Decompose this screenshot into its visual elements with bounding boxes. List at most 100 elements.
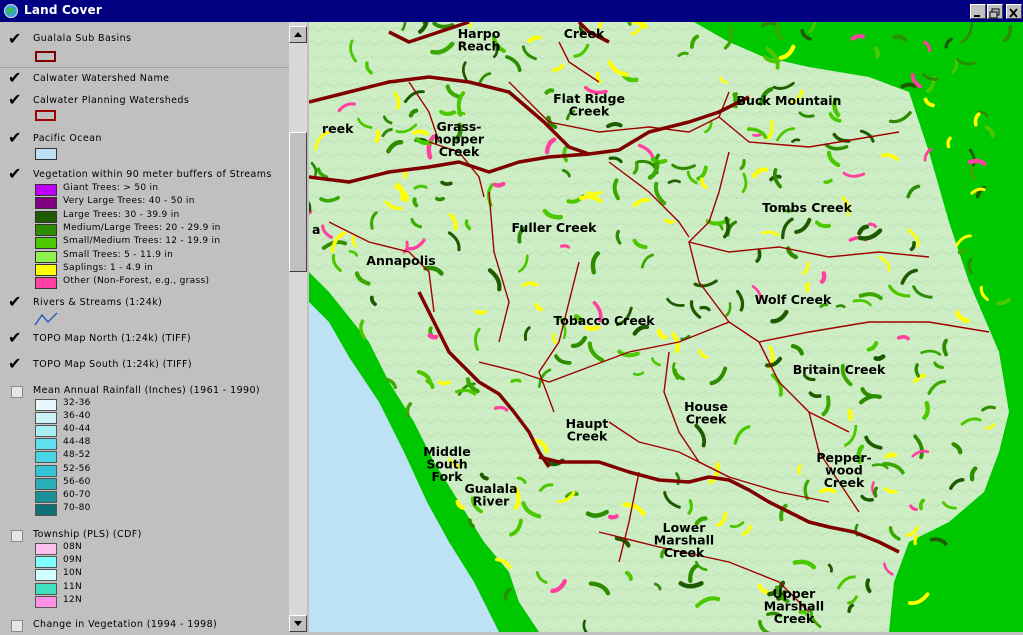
stream-buffer-segment (427, 333, 439, 340)
stream-buffer-segment (923, 40, 932, 52)
layer-name: Vegetation within 90 meter buffers of St… (33, 169, 272, 180)
toc-scrollbar[interactable] (289, 22, 307, 632)
layer-visibility-checkbox[interactable] (8, 90, 22, 109)
legend-class-label: 44-48 (63, 437, 91, 448)
legend-swatch-outline (35, 51, 56, 62)
layer-visibility-checkbox[interactable] (8, 164, 22, 183)
legend-class-label: Giant Trees: > 50 in (63, 183, 159, 193)
stream-buffer-segment (850, 33, 866, 41)
stream-buffer-segment (808, 22, 817, 34)
layer-name: Rivers & Streams (1:24k) (33, 297, 163, 308)
stream-buffer-segment (900, 82, 917, 89)
legend-class-label: Small/Medium Trees: 12 - 19.9 in (63, 236, 221, 247)
arcview-globe-icon (4, 4, 18, 18)
stream-buffer-segment (884, 452, 898, 459)
watershed-label: Harpo Reach (458, 26, 501, 54)
stream-buffer-segment (973, 112, 981, 127)
legend-class-label: 10N (63, 568, 83, 579)
layer-visibility-checkbox[interactable] (8, 354, 22, 373)
legend-class-label: 70-80 (63, 502, 91, 513)
legend-swatch (35, 223, 57, 236)
watershed-label: Creek (564, 26, 605, 41)
layer-name: TOPO Map North (1:24k) (TIFF) (33, 333, 191, 344)
scroll-down-button[interactable] (289, 615, 307, 632)
stream-buffer-segment (967, 258, 973, 275)
stream-buffer-segment (959, 22, 974, 44)
minimize-icon (974, 15, 980, 17)
stream-buffer-segment (979, 285, 989, 301)
watershed-label: Tombs Creek (762, 200, 853, 215)
stream-buffer-segment (411, 129, 429, 136)
stream-buffer-segment (544, 88, 555, 95)
layer-visibility-checkbox[interactable] (11, 530, 23, 542)
legend-swatch (35, 250, 57, 263)
legend-swatch-outline (35, 110, 56, 121)
stream-buffer-segment (942, 338, 948, 357)
layer-visibility-checkbox[interactable] (8, 328, 22, 347)
layer-name: Township (PLS) (CDF) (33, 529, 142, 540)
legend-swatch (35, 210, 57, 223)
stream-buffer-segment (805, 282, 811, 293)
legend-swatch (35, 582, 57, 595)
layer-name: Mean Annual Rainfall (Inches) (1961 - 19… (33, 385, 261, 396)
legend-class-label: 60-70 (63, 489, 91, 500)
map-view[interactable]: Harpo Reach Creek Flat Ridge Creek Buck Mount… (309, 22, 1023, 632)
stream-buffer-segment (760, 22, 777, 28)
legend-swatch (35, 477, 57, 490)
stream-buffer-segment (503, 587, 512, 601)
stream-buffer-segment (969, 165, 977, 180)
stream-buffer-segment (957, 248, 967, 255)
stream-buffer-segment (996, 297, 1012, 306)
layer-visibility-checkbox[interactable] (11, 620, 23, 632)
layer-name: Calwater Planning Watersheds (33, 95, 190, 106)
stream-buffer-segment (930, 537, 948, 546)
restore-button[interactable] (987, 4, 1003, 19)
stream-buffer-segment (797, 464, 802, 475)
table-of-contents: Gualala Sub Basins Calwater Watershed Na… (0, 22, 290, 632)
stream-buffer-segment (778, 44, 796, 61)
stream-buffer-segment (967, 158, 987, 166)
legend-class-label: Small Trees: 5 - 11.9 in (63, 249, 174, 260)
stream-buffer-segment (951, 59, 958, 74)
legend-class-label: 11N (63, 581, 83, 592)
stream-buffer-segment (510, 378, 522, 383)
stream-buffer-segment (664, 218, 675, 224)
layer-name: Gualala Sub Basins (33, 33, 132, 44)
scroll-up-button[interactable] (289, 26, 307, 43)
legend-swatch (35, 399, 57, 411)
watershed-label: Wolf Creek (755, 292, 832, 307)
scroll-thumb[interactable] (289, 132, 307, 272)
legend-swatch (35, 412, 57, 425)
minimize-button[interactable] (970, 4, 986, 19)
legend-swatch-ocean (35, 148, 57, 160)
title-bar[interactable]: Land Cover (0, 0, 1023, 22)
layer-name: Change in Vegetation (1994 - 1998) (33, 619, 218, 630)
legend-swatch (35, 425, 57, 438)
stream-buffer-segment (865, 578, 872, 594)
watershed-label: Buck Mountain (737, 93, 842, 108)
watershed-label: Fuller Creek (512, 220, 598, 235)
watershed-label: Tobacco Creek (553, 313, 655, 328)
legend-swatch (35, 184, 57, 196)
layer-visibility-checkbox[interactable] (8, 128, 22, 147)
legend-swatch (35, 569, 57, 582)
legend-class-label: 40-44 (63, 424, 91, 435)
legend-swatch (35, 503, 57, 516)
watershed-label: Britain Creek (793, 362, 886, 377)
layer-visibility-checkbox[interactable] (11, 386, 23, 398)
stream-buffer-segment (908, 592, 930, 606)
layer-visibility-checkbox[interactable] (8, 68, 22, 87)
stream-buffer-segment (551, 333, 557, 344)
stream-buffer-segment (492, 181, 506, 188)
layer-visibility-checkbox[interactable] (8, 292, 22, 311)
map-canvas[interactable]: Harpo ReachCreekFlat Ridge CreekBuck Mount… (309, 22, 1023, 632)
legend-class-label: 56-60 (63, 476, 91, 487)
close-icon (1009, 8, 1018, 18)
close-button[interactable] (1006, 4, 1022, 19)
layer-visibility-checkbox[interactable] (8, 29, 22, 48)
stream-buffer-segment (440, 180, 453, 186)
stream-buffer-segment (1003, 25, 1013, 43)
watershed-label: Haupt Creek (566, 416, 609, 444)
legend-class-label: 12N (63, 594, 83, 605)
legend-swatch (35, 595, 57, 608)
